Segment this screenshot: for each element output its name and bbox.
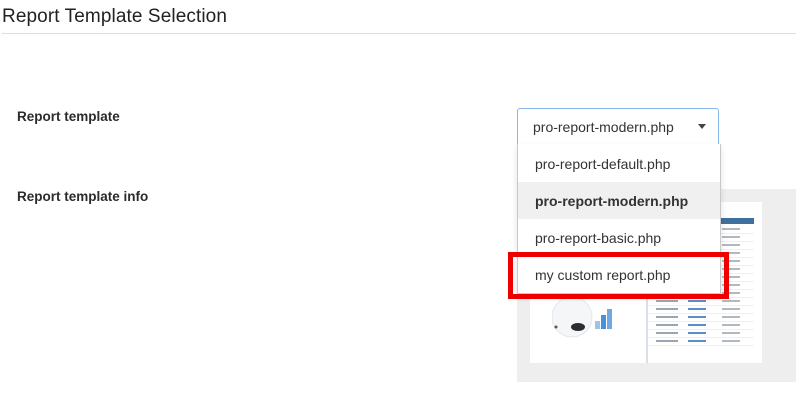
- preview-table-header: [720, 218, 754, 224]
- preview-table-row: [648, 322, 754, 330]
- report-template-select[interactable]: pro-report-modern.php: [517, 108, 719, 146]
- preview-table-row: [648, 306, 754, 314]
- option-label: pro-report-default.php: [535, 156, 671, 172]
- option-pro-report-modern[interactable]: pro-report-modern.php: [518, 182, 720, 219]
- section-title: Report Template Selection: [2, 6, 227, 27]
- preview-table-row: [648, 314, 754, 322]
- option-pro-report-basic[interactable]: pro-report-basic.php: [518, 219, 720, 256]
- title-divider: [2, 33, 796, 34]
- option-label: pro-report-modern.php: [535, 193, 689, 209]
- caret-down-icon: [698, 124, 706, 129]
- report-template-label: Report template: [17, 109, 120, 124]
- preview-illustration-icon: [552, 297, 612, 338]
- preview-table-row: [648, 338, 754, 346]
- select-current-value: pro-report-modern.php: [533, 119, 674, 135]
- report-template-selection-page: Report Template Selection Report templat…: [0, 0, 796, 409]
- preview-table-row: [648, 330, 754, 338]
- option-label: pro-report-basic.php: [535, 230, 662, 246]
- report-template-info-label: Report template info: [17, 189, 149, 204]
- option-pro-report-default[interactable]: pro-report-default.php: [518, 145, 720, 182]
- preview-table-row: [648, 298, 754, 306]
- highlight-annotation-box: [508, 252, 729, 299]
